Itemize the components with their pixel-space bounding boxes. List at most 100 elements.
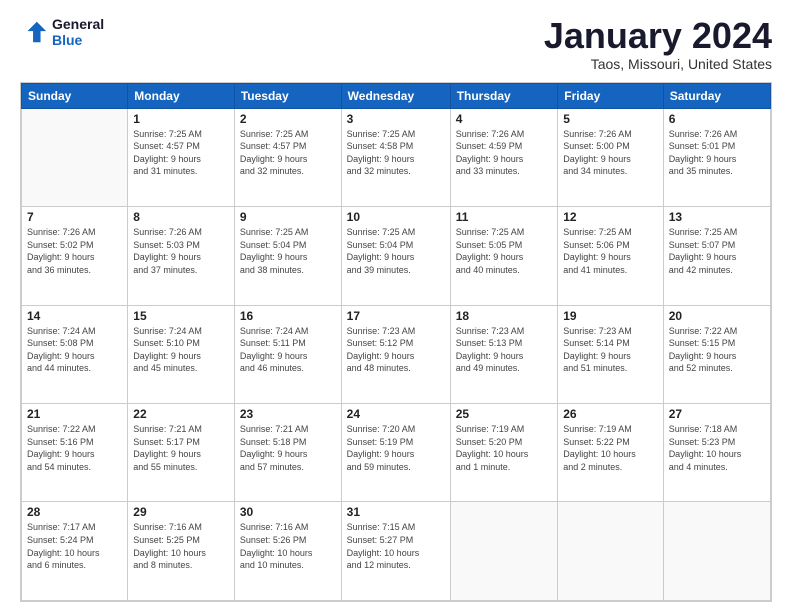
day-number: 31 <box>347 505 445 519</box>
day-number: 10 <box>347 210 445 224</box>
day-number: 7 <box>27 210 122 224</box>
logo-text: General Blue <box>52 16 104 48</box>
day-info: Sunrise: 7:22 AM Sunset: 5:15 PM Dayligh… <box>669 325 765 375</box>
day-info: Sunrise: 7:25 AM Sunset: 5:04 PM Dayligh… <box>240 226 336 276</box>
day-number: 25 <box>456 407 553 421</box>
calendar-week-row: 1 Sunrise: 7:25 AM Sunset: 4:57 PM Daylig… <box>22 108 771 206</box>
day-info: Sunrise: 7:25 AM Sunset: 5:05 PM Dayligh… <box>456 226 553 276</box>
calendar-cell <box>450 502 558 601</box>
calendar-cell: 24Sunrise: 7:20 AM Sunset: 5:19 PM Dayli… <box>341 404 450 502</box>
calendar-cell: 15 Sunrise: 7:24 AM Sunset: 5:10 PM Dayli… <box>128 305 235 403</box>
day-info: Sunrise: 7:17 AM Sunset: 5:24 PM Dayligh… <box>27 521 122 571</box>
calendar-cell: 19 Sunrise: 7:23 AM Sunset: 5:14 PM Dayli… <box>558 305 663 403</box>
day-number: 23 <box>240 407 336 421</box>
day-info: Sunrise: 7:23 AM Sunset: 5:13 PM Dayligh… <box>456 325 553 375</box>
day-info: Sunrise: 7:18 AM Sunset: 5:23 PM Dayligh… <box>669 423 765 473</box>
day-number: 12 <box>563 210 657 224</box>
weekday-header: Friday <box>558 83 663 108</box>
logo: General Blue <box>20 16 104 48</box>
calendar-cell <box>558 502 663 601</box>
calendar-week-row: 14Sunrise: 7:24 AM Sunset: 5:08 PM Dayli… <box>22 305 771 403</box>
calendar: SundayMondayTuesdayWednesdayThursdayFrid… <box>20 82 772 602</box>
day-info: Sunrise: 7:24 AM Sunset: 5:10 PM Dayligh… <box>133 325 229 375</box>
calendar-cell: 2 Sunrise: 7:25 AM Sunset: 4:57 PM Daylig… <box>234 108 341 206</box>
calendar-table: SundayMondayTuesdayWednesdayThursdayFrid… <box>21 83 771 601</box>
day-info: Sunrise: 7:25 AM Sunset: 4:57 PM Dayligh… <box>240 128 336 178</box>
day-number: 21 <box>27 407 122 421</box>
calendar-cell: 17Sunrise: 7:23 AM Sunset: 5:12 PM Dayli… <box>341 305 450 403</box>
day-info: Sunrise: 7:21 AM Sunset: 5:17 PM Dayligh… <box>133 423 229 473</box>
calendar-cell: 31 Sunrise: 7:15 AM Sunset: 5:27 PM Dayli… <box>341 502 450 601</box>
calendar-week-row: 28 Sunrise: 7:17 AM Sunset: 5:24 PM Dayli… <box>22 502 771 601</box>
day-info: Sunrise: 7:16 AM Sunset: 5:25 PM Dayligh… <box>133 521 229 571</box>
day-number: 28 <box>27 505 122 519</box>
day-number: 9 <box>240 210 336 224</box>
day-info: Sunrise: 7:25 AM Sunset: 4:57 PM Dayligh… <box>133 128 229 178</box>
day-number: 2 <box>240 112 336 126</box>
main-title: January 2024 <box>544 16 772 56</box>
calendar-cell: 25 Sunrise: 7:19 AM Sunset: 5:20 PM Dayli… <box>450 404 558 502</box>
day-number: 13 <box>669 210 765 224</box>
calendar-cell: 16Sunrise: 7:24 AM Sunset: 5:11 PM Dayli… <box>234 305 341 403</box>
page: General Blue January 2024 Taos, Missouri… <box>0 0 792 612</box>
day-info: Sunrise: 7:16 AM Sunset: 5:26 PM Dayligh… <box>240 521 336 571</box>
calendar-cell: 4Sunrise: 7:26 AM Sunset: 4:59 PM Daylig… <box>450 108 558 206</box>
day-info: Sunrise: 7:24 AM Sunset: 5:08 PM Dayligh… <box>27 325 122 375</box>
calendar-body: 1 Sunrise: 7:25 AM Sunset: 4:57 PM Daylig… <box>22 108 771 600</box>
calendar-cell <box>663 502 770 601</box>
calendar-cell: 6Sunrise: 7:26 AM Sunset: 5:01 PM Daylig… <box>663 108 770 206</box>
calendar-cell: 10 Sunrise: 7:25 AM Sunset: 5:04 PM Dayli… <box>341 207 450 305</box>
calendar-cell: 21 Sunrise: 7:22 AM Sunset: 5:16 PM Dayli… <box>22 404 128 502</box>
logo-icon <box>20 18 48 46</box>
day-number: 15 <box>133 309 229 323</box>
calendar-cell: 11Sunrise: 7:25 AM Sunset: 5:05 PM Dayli… <box>450 207 558 305</box>
calendar-cell: 26 Sunrise: 7:19 AM Sunset: 5:22 PM Dayli… <box>558 404 663 502</box>
calendar-cell: 9 Sunrise: 7:25 AM Sunset: 5:04 PM Daylig… <box>234 207 341 305</box>
calendar-cell: 30 Sunrise: 7:16 AM Sunset: 5:26 PM Dayli… <box>234 502 341 601</box>
day-number: 5 <box>563 112 657 126</box>
day-number: 6 <box>669 112 765 126</box>
day-number: 22 <box>133 407 229 421</box>
calendar-cell: 28 Sunrise: 7:17 AM Sunset: 5:24 PM Dayli… <box>22 502 128 601</box>
calendar-cell: 18 Sunrise: 7:23 AM Sunset: 5:13 PM Dayli… <box>450 305 558 403</box>
day-number: 19 <box>563 309 657 323</box>
header: General Blue January 2024 Taos, Missouri… <box>20 16 772 72</box>
day-info: Sunrise: 7:25 AM Sunset: 5:07 PM Dayligh… <box>669 226 765 276</box>
day-number: 1 <box>133 112 229 126</box>
calendar-cell: 27 Sunrise: 7:18 AM Sunset: 5:23 PM Dayli… <box>663 404 770 502</box>
weekday-header: Wednesday <box>341 83 450 108</box>
day-number: 26 <box>563 407 657 421</box>
day-info: Sunrise: 7:26 AM Sunset: 5:03 PM Dayligh… <box>133 226 229 276</box>
day-number: 18 <box>456 309 553 323</box>
day-info: Sunrise: 7:23 AM Sunset: 5:14 PM Dayligh… <box>563 325 657 375</box>
calendar-cell: 29Sunrise: 7:16 AM Sunset: 5:25 PM Dayli… <box>128 502 235 601</box>
day-info: Sunrise: 7:26 AM Sunset: 5:02 PM Dayligh… <box>27 226 122 276</box>
day-info: Sunrise: 7:22 AM Sunset: 5:16 PM Dayligh… <box>27 423 122 473</box>
day-number: 16 <box>240 309 336 323</box>
calendar-week-row: 21 Sunrise: 7:22 AM Sunset: 5:16 PM Dayli… <box>22 404 771 502</box>
day-info: Sunrise: 7:15 AM Sunset: 5:27 PM Dayligh… <box>347 521 445 571</box>
calendar-cell <box>22 108 128 206</box>
weekday-header: Monday <box>128 83 235 108</box>
title-block: January 2024 Taos, Missouri, United Stat… <box>544 16 772 72</box>
day-number: 27 <box>669 407 765 421</box>
calendar-cell: 12 Sunrise: 7:25 AM Sunset: 5:06 PM Dayli… <box>558 207 663 305</box>
calendar-header: SundayMondayTuesdayWednesdayThursdayFrid… <box>22 83 771 108</box>
day-info: Sunrise: 7:25 AM Sunset: 5:06 PM Dayligh… <box>563 226 657 276</box>
day-info: Sunrise: 7:19 AM Sunset: 5:20 PM Dayligh… <box>456 423 553 473</box>
day-number: 3 <box>347 112 445 126</box>
day-number: 20 <box>669 309 765 323</box>
calendar-cell: 3Sunrise: 7:25 AM Sunset: 4:58 PM Daylig… <box>341 108 450 206</box>
weekday-header: Tuesday <box>234 83 341 108</box>
weekday-header: Thursday <box>450 83 558 108</box>
day-info: Sunrise: 7:19 AM Sunset: 5:22 PM Dayligh… <box>563 423 657 473</box>
day-number: 30 <box>240 505 336 519</box>
day-info: Sunrise: 7:25 AM Sunset: 5:04 PM Dayligh… <box>347 226 445 276</box>
weekday-header-row: SundayMondayTuesdayWednesdayThursdayFrid… <box>22 83 771 108</box>
calendar-cell: 1 Sunrise: 7:25 AM Sunset: 4:57 PM Daylig… <box>128 108 235 206</box>
weekday-header: Saturday <box>663 83 770 108</box>
calendar-cell: 7 Sunrise: 7:26 AM Sunset: 5:02 PM Daylig… <box>22 207 128 305</box>
day-number: 17 <box>347 309 445 323</box>
calendar-cell: 22 Sunrise: 7:21 AM Sunset: 5:17 PM Dayli… <box>128 404 235 502</box>
day-info: Sunrise: 7:21 AM Sunset: 5:18 PM Dayligh… <box>240 423 336 473</box>
